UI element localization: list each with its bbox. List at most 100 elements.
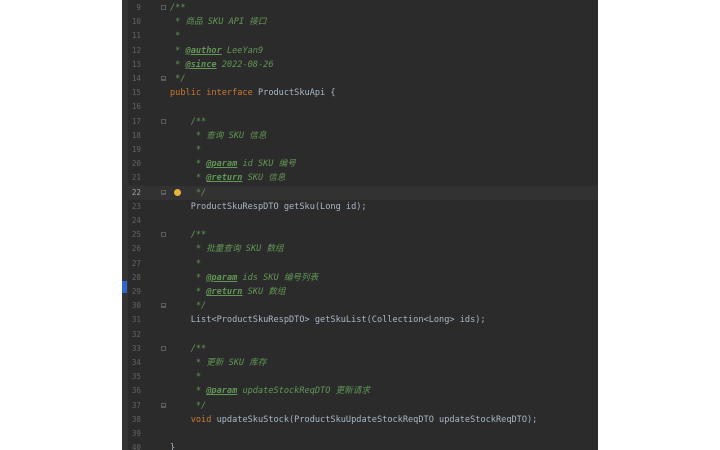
code-line[interactable]: 18 * 查询 SKU 信息	[122, 129, 598, 143]
code-line[interactable]: 37 */	[122, 399, 598, 413]
code-line[interactable]: 21 * @return SKU 信息	[122, 171, 598, 185]
code-text: * @return SKU 数组	[170, 285, 286, 299]
code-line[interactable]: 29 * @return SKU 数组	[122, 285, 598, 299]
line-number: 35	[131, 372, 141, 382]
code-token: ProductSkuApi {	[257, 88, 336, 99]
code-line[interactable]: 15 public interface ProductSkuApi {	[122, 86, 598, 100]
code-text: public interface ProductSkuApi {	[170, 86, 336, 100]
fold-toggle-icon[interactable]	[161, 76, 166, 81]
code-token: */	[170, 301, 207, 312]
code-line[interactable]: 38 void updateSkuStock(ProductSkuUpdateS…	[122, 413, 598, 427]
line-number: 34	[131, 358, 141, 367]
line-number: 15	[131, 88, 141, 98]
line-number: 17	[131, 116, 141, 126]
code-token: * 批量查询 SKU 数组	[170, 244, 284, 255]
code-text: * 批量查询 SKU 数组	[170, 242, 284, 256]
line-number: 12	[131, 45, 141, 55]
line-number: 19	[131, 145, 141, 154]
code-line[interactable]: 9 /**	[122, 1, 598, 15]
line-number: 22	[131, 187, 141, 197]
code-token: */	[170, 400, 207, 411]
code-token: *	[170, 287, 207, 297]
code-line[interactable]: 40}	[122, 441, 598, 450]
code-line[interactable]: 13 * @since 2022-08-26	[122, 58, 598, 72]
code-line[interactable]: 23 ProductSkuRespDTO getSku(Long id);	[122, 200, 598, 214]
code-line[interactable]: 11 *	[122, 29, 598, 43]
code-line[interactable]: 14 */	[122, 72, 598, 86]
fold-toggle-icon[interactable]	[161, 5, 166, 10]
code-text: * @param updateStockReqDTO 更新请求	[170, 384, 370, 398]
code-line[interactable]: 28 * @param ids SKU 编号列表	[122, 271, 598, 285]
code-line[interactable]: 31 List<ProductSkuRespDTO> getSkuList(Co…	[122, 313, 598, 327]
line-number: 16	[131, 102, 141, 112]
code-line[interactable]: 24	[122, 214, 598, 228]
code-token: * 更新 SKU 库存	[170, 358, 267, 368]
code-token: * 商品 SKU API 接口	[170, 17, 267, 28]
code-text: /**	[170, 342, 207, 356]
line-number: 23	[131, 201, 141, 211]
line-number: 11	[131, 31, 141, 41]
code-line[interactable]: 36 * @param updateStockReqDTO 更新请求	[122, 384, 598, 398]
code-text: * @param id SKU 编号	[170, 157, 296, 171]
code-token: /**	[170, 230, 207, 241]
code-line[interactable]: 10 * 商品 SKU API 接口	[122, 15, 598, 29]
code-text: * 商品 SKU API 接口	[170, 15, 266, 29]
code-text: /**	[170, 115, 207, 129]
code-token: id SKU 编号	[237, 159, 296, 170]
fold-toggle-icon[interactable]	[161, 402, 166, 408]
line-number: 13	[131, 59, 141, 69]
code-text: * @author LeeYan9	[170, 44, 263, 58]
fold-toggle-icon[interactable]	[161, 232, 166, 238]
code-line[interactable]: 16	[122, 100, 598, 114]
fold-toggle-icon[interactable]	[161, 345, 166, 351]
code-line[interactable]: 12 * @author LeeYan9	[122, 44, 598, 58]
code-text: * @since 2022-08-26	[170, 58, 274, 72]
code-token: SKU 信息	[242, 173, 286, 184]
code-editor[interactable]: 9/** 10 * 商品 SKU API 接口 11 * 12 * @author L…	[122, 0, 598, 450]
code-text: /**	[170, 1, 186, 15]
javadoc-tag: @param	[206, 159, 238, 170]
code-line[interactable]: 30 */	[122, 299, 598, 313]
code-token: SKU 数组	[242, 287, 286, 297]
code-line[interactable]: 25 /**	[122, 228, 598, 242]
line-number: 39	[131, 429, 141, 438]
code-line[interactable]: 34 * 更新 SKU 库存	[122, 356, 598, 370]
fold-toggle-icon[interactable]	[161, 189, 166, 195]
code-line[interactable]: 22 */	[122, 185, 598, 200]
code-token: *	[170, 173, 207, 184]
code-text: * 查询 SKU 信息	[170, 129, 267, 143]
code-line[interactable]: 19 *	[122, 143, 598, 157]
code-text: */	[170, 299, 206, 313]
javadoc-tag: @param	[206, 386, 238, 397]
code-token: void	[170, 414, 217, 425]
code-token: *	[170, 272, 207, 283]
code-line[interactable]: 26 * 批量查询 SKU 数组	[122, 242, 598, 256]
code-token: updateStockReqDTO 更新请求	[237, 386, 370, 397]
code-line[interactable]: 32	[122, 328, 598, 342]
code-token: *	[170, 159, 207, 170]
fold-toggle-icon[interactable]	[161, 303, 166, 309]
code-line[interactable]: 27 *	[122, 257, 598, 271]
code-line[interactable]: 33 /**	[122, 342, 598, 356]
code-text: void updateSkuStock(ProductSkuUpdateStoc…	[170, 413, 538, 427]
code-text: *	[170, 143, 201, 157]
code-line[interactable]: 20 * @param id SKU 编号	[122, 157, 598, 171]
code-line[interactable]: 39	[122, 427, 598, 441]
line-number: 27	[131, 258, 141, 268]
line-number: 37	[131, 400, 141, 410]
line-number: 32	[131, 329, 141, 339]
line-number: 10	[131, 17, 141, 27]
line-number: 9	[136, 3, 141, 12]
line-number: 18	[131, 130, 141, 140]
code-token: List<ProductSkuRespDTO> getSkuList(Colle…	[170, 315, 486, 326]
code-text: * 更新 SKU 库存	[170, 356, 267, 370]
code-token: 2022-08-26	[216, 59, 274, 70]
code-token: public interface	[170, 88, 258, 99]
code-text: *	[170, 370, 201, 384]
code-text: List<ProductSkuRespDTO> getSkuList(Colle…	[170, 313, 486, 327]
fold-toggle-icon[interactable]	[161, 118, 166, 124]
code-line[interactable]: 35 *	[122, 370, 598, 384]
code-text: *	[170, 257, 201, 271]
code-line[interactable]: 17 /**	[122, 115, 598, 129]
code-text: */	[170, 72, 185, 86]
